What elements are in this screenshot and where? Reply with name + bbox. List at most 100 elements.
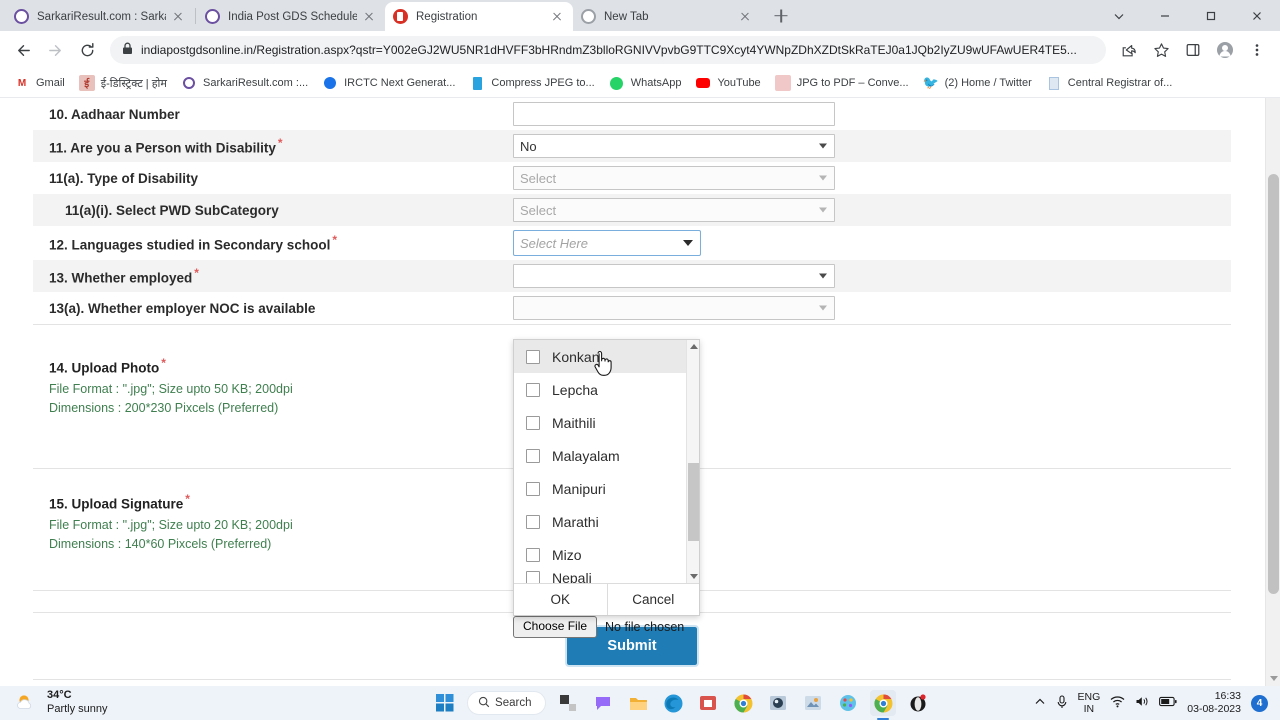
profile-avatar-icon[interactable] — [1210, 35, 1240, 65]
close-icon[interactable] — [1234, 0, 1280, 31]
choose-file-button[interactable]: Choose File — [513, 616, 598, 638]
bookmark-twitter[interactable]: 🐦 (2) Home / Twitter — [917, 72, 1038, 94]
bookmark-label: Gmail — [36, 77, 65, 89]
back-arrow-icon[interactable] — [8, 35, 38, 65]
whether-employed-wrap — [513, 264, 835, 288]
three-dot-menu-icon[interactable] — [1242, 35, 1272, 65]
scroll-down-arrow-icon[interactable] — [1266, 671, 1280, 686]
checkbox[interactable] — [526, 448, 540, 463]
languages-option-list[interactable]: Konkani Lepcha Maithili Malayalam Manipu… — [514, 340, 699, 583]
notification-badge[interactable]: 4 — [1251, 694, 1268, 712]
scrollbar-thumb[interactable] — [1268, 174, 1279, 594]
whatsapp-icon — [609, 75, 625, 91]
windows-start-icon[interactable] — [432, 690, 458, 716]
youtube-icon — [695, 75, 711, 91]
edge-icon[interactable] — [660, 690, 686, 716]
scrollbar-thumb[interactable] — [688, 463, 699, 541]
share-icon[interactable] — [1114, 35, 1144, 65]
reload-icon[interactable] — [72, 35, 102, 65]
battery-icon[interactable] — [1159, 696, 1177, 710]
photo-editor-icon[interactable] — [800, 690, 826, 716]
checkbox[interactable] — [526, 571, 540, 583]
ok-button[interactable]: OK — [514, 584, 607, 615]
new-tab-button[interactable] — [767, 2, 795, 30]
browser-tab-sarkariresult[interactable]: SarkariResult.com : Sarkari Result — [6, 2, 194, 31]
close-icon[interactable] — [549, 9, 565, 25]
cancel-button[interactable]: Cancel — [606, 584, 700, 615]
language-option-manipuri[interactable]: Manipuri — [514, 472, 699, 505]
type-of-disability-select[interactable]: Select — [513, 166, 835, 190]
checkbox[interactable] — [526, 382, 540, 397]
language-option-nepali[interactable]: Nepali — [514, 571, 699, 583]
wifi-icon[interactable] — [1110, 695, 1125, 711]
weather-widget[interactable]: 34°C Partly sunny — [0, 689, 330, 717]
bookmark-label: (2) Home / Twitter — [944, 77, 1032, 89]
aadhaar-input-wrap — [513, 102, 835, 126]
checkbox[interactable] — [526, 547, 540, 562]
maximize-icon[interactable] — [1188, 0, 1234, 31]
language-option-lepcha[interactable]: Lepcha — [514, 373, 699, 406]
bookmark-irctc[interactable]: IRCTC Next Generat... — [316, 72, 461, 94]
languages-multiselect-box[interactable]: Select Here — [513, 230, 701, 256]
microphone-icon[interactable] — [1056, 694, 1068, 712]
chat-icon[interactable] — [590, 690, 616, 716]
bookmark-whatsapp[interactable]: WhatsApp — [603, 72, 688, 94]
minimize-icon[interactable] — [1142, 0, 1188, 31]
checkbox[interactable] — [526, 481, 540, 496]
option-label: Lepcha — [552, 381, 598, 398]
section-divider — [33, 679, 1231, 686]
taskbar-search-box[interactable]: Search — [467, 691, 547, 715]
scroll-down-arrow-icon[interactable] — [687, 570, 699, 583]
chevron-up-icon[interactable] — [1034, 696, 1046, 711]
checkbox[interactable] — [526, 349, 540, 364]
whether-employed-select[interactable] — [513, 264, 835, 288]
chevron-down-icon[interactable] — [1096, 0, 1142, 31]
bookmark-compress-jpeg[interactable]: Compress JPEG to... — [463, 72, 600, 94]
language-option-maithili[interactable]: Maithili — [514, 406, 699, 439]
opera-icon[interactable] — [905, 690, 931, 716]
pwd-subcategory-select[interactable]: Select — [513, 198, 835, 222]
file-explorer-icon[interactable] — [625, 690, 651, 716]
chrome-active-icon[interactable] — [870, 690, 897, 720]
forward-arrow-icon[interactable] — [40, 35, 70, 65]
star-icon[interactable] — [1146, 35, 1176, 65]
bookmark-sarkariresult[interactable]: SarkariResult.com :... — [175, 72, 314, 94]
dropdown-scrollbar[interactable] — [686, 340, 699, 583]
select-value: Select — [520, 202, 557, 218]
language-option-malayalam[interactable]: Malayalam — [514, 439, 699, 472]
browser-tab-indiapost[interactable]: India Post GDS Schedule II July 2 — [197, 2, 385, 31]
bookmark-edistrict[interactable]: ई ई-डिस्ट्रिक्ट | होम — [73, 72, 173, 94]
bookmark-central-registrar[interactable]: Central Registrar of... — [1040, 72, 1179, 94]
chrome-icon[interactable] — [730, 690, 756, 716]
language-indicator[interactable]: ENG IN — [1078, 691, 1101, 715]
page-scrollbar[interactable] — [1265, 98, 1280, 686]
close-icon[interactable] — [361, 9, 377, 25]
language-option-mizo[interactable]: Mizo — [514, 538, 699, 571]
employer-noc-select[interactable] — [513, 296, 835, 320]
browser-tab-newtab[interactable]: New Tab — [573, 2, 761, 31]
task-view-icon[interactable] — [555, 690, 581, 716]
scroll-up-arrow-icon[interactable] — [687, 340, 699, 353]
close-icon[interactable] — [170, 9, 186, 25]
photo-viewer-icon[interactable] — [765, 690, 791, 716]
close-icon[interactable] — [737, 9, 753, 25]
paint-icon[interactable] — [835, 690, 861, 716]
bookmark-jpg-to-pdf[interactable]: JPG to PDF – Conve... — [769, 72, 915, 94]
person-with-disability-select[interactable]: No — [513, 134, 835, 158]
checkbox[interactable] — [526, 514, 540, 529]
clock[interactable]: 16:33 03-08-2023 — [1187, 690, 1241, 715]
language-option-konkani[interactable]: Konkani — [514, 340, 699, 373]
employer-noc-wrap — [513, 296, 835, 320]
browser-tab-registration[interactable]: Registration — [385, 2, 573, 31]
language-option-marathi[interactable]: Marathi — [514, 505, 699, 538]
volume-icon[interactable] — [1135, 695, 1149, 711]
required-asterisk: * — [194, 266, 199, 281]
bookmark-youtube[interactable]: YouTube — [689, 72, 766, 94]
microsoft-store-icon[interactable] — [695, 690, 721, 716]
checkbox[interactable] — [526, 415, 540, 430]
select-value: Select — [520, 170, 557, 186]
side-panel-icon[interactable] — [1178, 35, 1208, 65]
aadhaar-number-input[interactable] — [513, 102, 835, 126]
address-bar[interactable]: indiapostgdsonline.in/Registration.aspx?… — [110, 36, 1106, 64]
bookmark-gmail[interactable]: M Gmail — [8, 72, 71, 94]
